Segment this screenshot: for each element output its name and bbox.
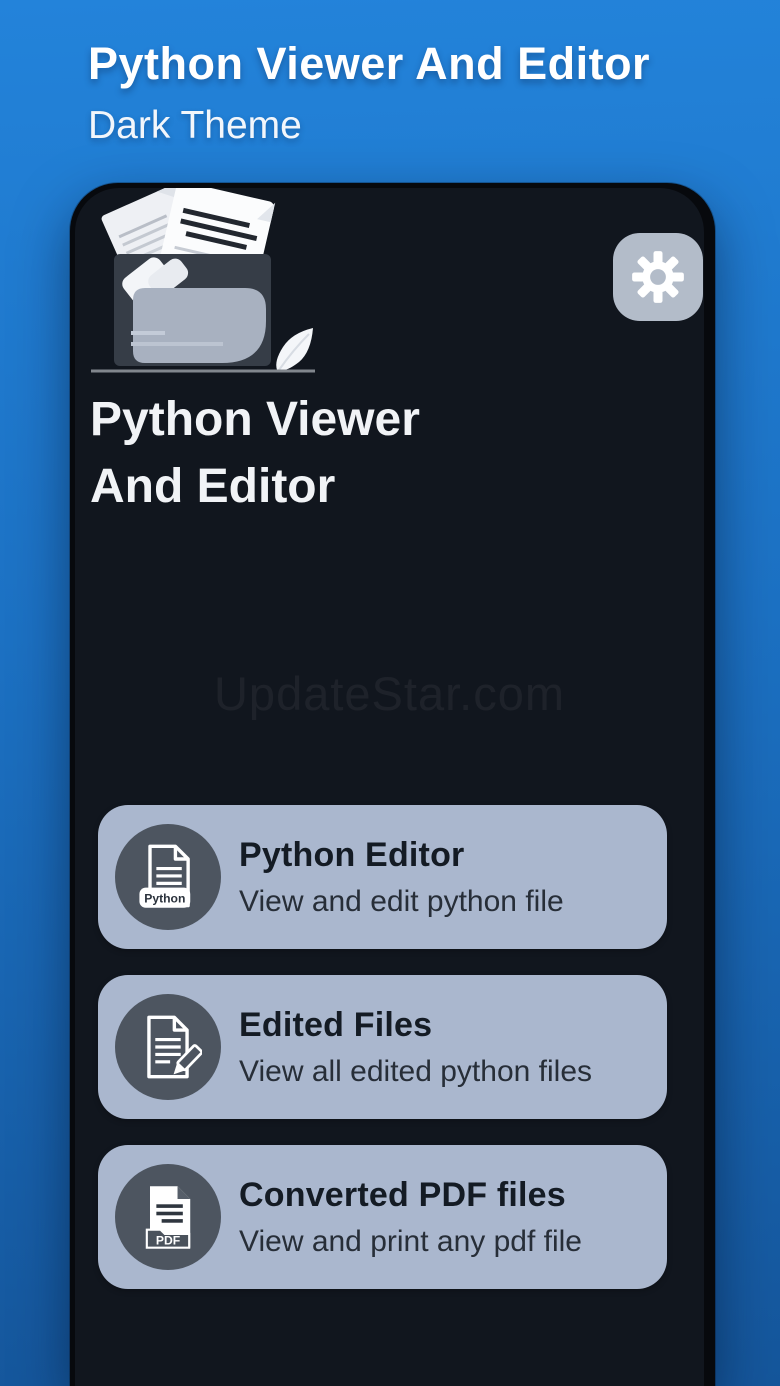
menu-card-list: Python Python Editor View and edit pytho… — [98, 805, 667, 1289]
python-editor-icon-circle: Python — [115, 824, 221, 930]
app-screen: Python Viewer And Editor UpdateStar.com — [75, 188, 704, 1386]
card-subtitle: View all edited python files — [239, 1055, 592, 1089]
python-file-icon: Python — [134, 841, 202, 913]
app-title: Python Viewer And Editor — [90, 386, 650, 520]
card-subtitle: View and print any pdf file — [239, 1225, 582, 1259]
banner-header: Python Viewer And Editor Dark Theme — [88, 38, 650, 148]
edited-files-card[interactable]: Edited Files View all edited python file… — [98, 975, 667, 1119]
app-logo-folder-icon — [83, 188, 323, 380]
pdf-file-icon: PDF — [134, 1181, 202, 1253]
banner-subtitle: Dark Theme — [88, 104, 650, 148]
settings-button[interactable] — [613, 233, 703, 321]
phone-mockup: Python Viewer And Editor UpdateStar.com — [70, 183, 715, 1386]
banner-title: Python Viewer And Editor — [88, 38, 650, 90]
gear-icon — [631, 250, 685, 304]
watermark: UpdateStar.com — [75, 666, 704, 721]
converted-pdf-card[interactable]: PDF Converted PDF files View and print a… — [98, 1145, 667, 1289]
converted-pdf-text: Converted PDF files View and print any p… — [239, 1176, 582, 1259]
python-editor-card[interactable]: Python Python Editor View and edit pytho… — [98, 805, 667, 949]
edited-files-text: Edited Files View all edited python file… — [239, 1006, 592, 1089]
card-title: Edited Files — [239, 1006, 592, 1045]
python-editor-text: Python Editor View and edit python file — [239, 836, 564, 919]
python-badge-label: Python — [144, 891, 185, 905]
edit-file-icon — [134, 1011, 202, 1083]
edited-files-icon-circle — [115, 994, 221, 1100]
pdf-badge-label: PDF — [156, 1234, 180, 1248]
app-title-line1: Python Viewer — [90, 386, 650, 453]
converted-pdf-icon-circle: PDF — [115, 1164, 221, 1270]
app-title-line2: And Editor — [90, 453, 650, 520]
card-title: Python Editor — [239, 836, 564, 875]
card-title: Converted PDF files — [239, 1176, 582, 1215]
card-subtitle: View and edit python file — [239, 885, 564, 919]
